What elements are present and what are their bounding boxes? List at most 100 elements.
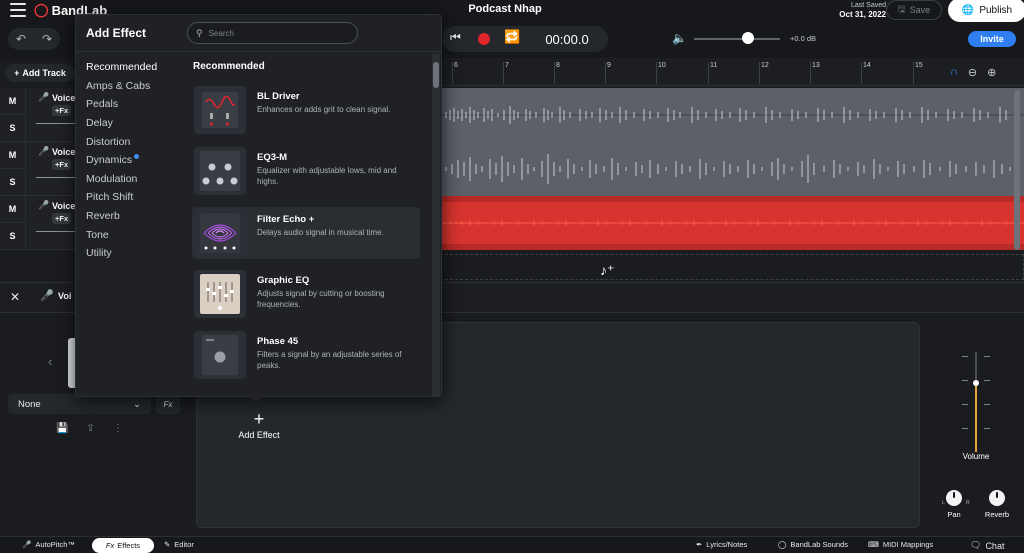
bandlab-sounds-tab[interactable]: ◯ BandLab Sounds bbox=[778, 540, 848, 549]
skip-back-icon[interactable]: ⏮ bbox=[450, 30, 461, 45]
category-modulation[interactable]: Modulation bbox=[86, 173, 137, 185]
solo-button[interactable]: S bbox=[0, 169, 26, 196]
track-fx-button[interactable]: +Fx bbox=[52, 213, 72, 224]
publish-button[interactable]: 🌐 Publish bbox=[948, 0, 1024, 22]
mic-icon[interactable]: 🎤 bbox=[38, 92, 49, 103]
track-volume-slider[interactable] bbox=[36, 231, 76, 232]
time-display: 00:00.0 bbox=[545, 32, 589, 47]
midi-mappings-tab[interactable]: ⌨ MIDI Mappings bbox=[868, 540, 933, 549]
category-utility[interactable]: Utility bbox=[86, 247, 112, 259]
loop-icon[interactable]: 🔁 bbox=[504, 29, 520, 45]
upload-icon[interactable]: ⇪ bbox=[86, 423, 94, 434]
popup-scrollbar-thumb[interactable] bbox=[433, 62, 439, 88]
effects-tab[interactable]: Fx Effects bbox=[92, 538, 154, 553]
menu-icon[interactable] bbox=[10, 3, 26, 17]
autopitch-tab[interactable]: 🎤 AutoPitch™ bbox=[22, 540, 75, 549]
track-lane[interactable] bbox=[440, 196, 1024, 250]
category-amps-cabs[interactable]: Amps & Cabs bbox=[86, 80, 150, 92]
mute-button[interactable]: M bbox=[0, 142, 26, 169]
category-reverb[interactable]: Reverb bbox=[86, 210, 120, 222]
effect-item-filter-echo[interactable]: Filter Echo + Delays audio signal in mus… bbox=[192, 207, 420, 259]
effect-item-graphic-eq[interactable]: Graphic EQ Adjusts signal by cutting or … bbox=[192, 268, 420, 320]
zoom-out-icon[interactable]: ⊖ bbox=[968, 66, 977, 79]
track-name[interactable]: Voice bbox=[52, 93, 75, 103]
effect-item-phase-45[interactable]: Phase 45 Filters a signal by an adjustab… bbox=[192, 329, 420, 381]
category-delay[interactable]: Delay bbox=[86, 117, 113, 129]
track-fx-button[interactable]: +Fx bbox=[52, 159, 72, 170]
master-volume-slider[interactable] bbox=[694, 38, 780, 40]
popup-divider bbox=[76, 51, 441, 52]
effect-name: BL Driver bbox=[257, 91, 300, 102]
popup-title: Add Effect bbox=[86, 26, 146, 40]
add-music-icon[interactable]: ♪⁺ bbox=[600, 262, 614, 279]
phase-45-thumbnail bbox=[194, 331, 246, 379]
chevron-down-icon: ⌄ bbox=[133, 398, 141, 410]
mute-button[interactable]: M bbox=[0, 88, 26, 115]
more-icon[interactable]: ⋮ bbox=[113, 423, 123, 434]
filter-echo-thumbnail bbox=[194, 209, 246, 257]
editor-tab[interactable]: ✎ Editor bbox=[164, 540, 194, 549]
effect-description: Enhances or adds grit to clean signal. bbox=[257, 105, 391, 114]
project-title[interactable]: Podcast Nhap bbox=[440, 3, 570, 15]
pan-knob[interactable] bbox=[946, 490, 962, 506]
echo-pedal-icon bbox=[200, 213, 240, 253]
timeline-ruler[interactable]: 6 7 8 9 10 11 12 13 14 15 bbox=[440, 58, 1024, 86]
timeline-tick: 11 bbox=[707, 62, 718, 84]
solo-button[interactable]: S bbox=[0, 115, 26, 142]
solo-button[interactable]: S bbox=[0, 223, 26, 250]
search-input[interactable] bbox=[208, 28, 349, 38]
save-button[interactable]: 🖫 Save bbox=[886, 0, 942, 20]
lyrics-notes-tab[interactable]: ✒ Lyrics/Notes bbox=[696, 540, 747, 549]
preset-fx-button[interactable]: Fx bbox=[156, 394, 180, 414]
zoom-in-icon[interactable]: ⊕ bbox=[987, 66, 996, 79]
add-track-button[interactable]: + Add Track bbox=[5, 64, 75, 82]
speaker-icon[interactable]: 🔈 bbox=[672, 31, 687, 45]
publish-label: Publish bbox=[979, 4, 1013, 16]
mic-icon[interactable]: 🎤 bbox=[38, 146, 49, 157]
record-button[interactable] bbox=[478, 33, 490, 45]
mic-icon[interactable]: 🎤 bbox=[38, 200, 49, 211]
effect-item-bl-driver[interactable]: BL Driver Enhances or adds grit to clean… bbox=[192, 84, 420, 136]
track-name[interactable]: Voice bbox=[52, 201, 75, 211]
waveform bbox=[440, 88, 1024, 142]
effect-item-eq3-m[interactable]: EQ3-M Equalizer with adjustable lows, mi… bbox=[192, 145, 420, 197]
master-volume-thumb[interactable] bbox=[742, 32, 754, 44]
add-track-lane[interactable] bbox=[440, 254, 1024, 280]
volume-fill bbox=[975, 383, 977, 452]
editor-label: Editor bbox=[174, 540, 194, 549]
category-distortion[interactable]: Distortion bbox=[86, 136, 130, 148]
magnet-icon[interactable]: ∩ bbox=[950, 66, 958, 79]
chat-button[interactable]: 🗨 Chat bbox=[970, 540, 1004, 551]
globe-icon: 🌐 bbox=[961, 4, 975, 16]
category-pitch-shift[interactable]: Pitch Shift bbox=[86, 191, 133, 203]
reverb-knob[interactable] bbox=[989, 490, 1005, 506]
volume-thumb[interactable] bbox=[973, 380, 979, 386]
track-name[interactable]: Voice bbox=[52, 147, 75, 157]
tracks-scrollbar[interactable] bbox=[1014, 90, 1020, 250]
track-volume-slider[interactable] bbox=[36, 177, 76, 178]
undo-icon[interactable]: ↶ bbox=[16, 32, 26, 46]
mute-button[interactable]: M bbox=[0, 196, 26, 223]
track-volume-slider[interactable] bbox=[36, 123, 76, 124]
category-pedals[interactable]: Pedals bbox=[86, 98, 118, 110]
preset-select[interactable]: None ⌄ bbox=[8, 394, 151, 414]
add-effect-button[interactable]: + Add Effect bbox=[226, 410, 292, 440]
track-fx-button[interactable]: +Fx bbox=[52, 105, 72, 116]
popup-scrollbar[interactable] bbox=[432, 54, 440, 396]
category-tone[interactable]: Tone bbox=[86, 229, 109, 241]
reverb-label: Reverb bbox=[984, 510, 1010, 519]
redo-icon[interactable]: ↷ bbox=[42, 32, 52, 46]
graphic-eq-thumbnail bbox=[194, 270, 246, 318]
save-preset-icon[interactable]: 💾 bbox=[56, 423, 68, 434]
effect-search[interactable]: ⚲ bbox=[187, 22, 358, 44]
invite-button[interactable]: Invite bbox=[968, 31, 1016, 47]
close-icon[interactable]: ✕ bbox=[10, 290, 20, 304]
pan-right-label: R bbox=[966, 500, 970, 506]
driver-pedal-icon bbox=[202, 92, 238, 128]
chevron-left-icon[interactable]: ‹ bbox=[48, 354, 52, 369]
autopitch-icon: 🎤 bbox=[22, 540, 32, 549]
category-recommended[interactable]: Recommended bbox=[86, 61, 157, 73]
category-dynamics[interactable]: Dynamics bbox=[86, 154, 132, 166]
track-lane[interactable] bbox=[440, 142, 1024, 196]
track-lane[interactable] bbox=[440, 88, 1024, 142]
